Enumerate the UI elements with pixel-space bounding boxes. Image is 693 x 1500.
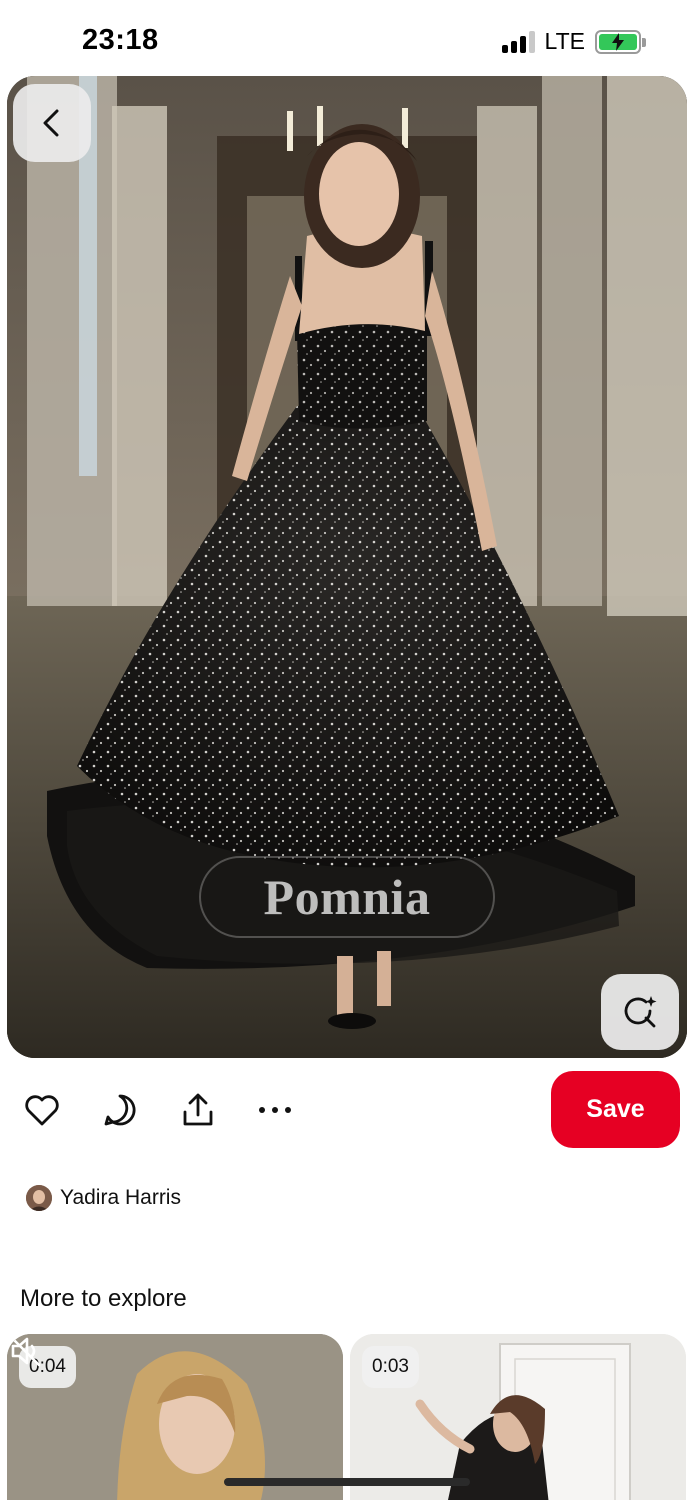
- status-bar: 23:18 LTE: [0, 0, 693, 76]
- explore-card[interactable]: 0:04: [7, 1334, 343, 1500]
- watermark-text: Pomnia: [263, 869, 431, 925]
- home-indicator[interactable]: [224, 1478, 470, 1486]
- more-options-button[interactable]: [255, 1090, 295, 1130]
- comment-button[interactable]: [100, 1090, 140, 1130]
- heart-icon: [25, 1095, 59, 1126]
- ellipsis-icon: [259, 1107, 291, 1113]
- status-indicators: LTE: [501, 28, 646, 55]
- comment-icon: [104, 1094, 136, 1126]
- status-time: 23:18: [82, 24, 159, 56]
- muted-speaker-icon[interactable]: [7, 1334, 43, 1368]
- avatar: [26, 1185, 52, 1211]
- share-icon: [183, 1093, 213, 1126]
- creator-link[interactable]: Yadira Harris: [26, 1185, 181, 1211]
- back-button[interactable]: [13, 84, 91, 162]
- signal-icon: [501, 30, 535, 53]
- battery-icon: [595, 29, 646, 54]
- share-button[interactable]: [178, 1090, 218, 1130]
- image-watermark: Pomnia: [199, 856, 495, 938]
- pin-image[interactable]: Pomnia: [7, 76, 687, 1058]
- explore-card[interactable]: 0:03: [350, 1334, 686, 1500]
- video-duration: 0:03: [362, 1346, 419, 1388]
- lens-sparkle-icon: [624, 996, 657, 1028]
- creator-name: Yadira Harris: [60, 1186, 181, 1209]
- like-button[interactable]: [22, 1090, 62, 1130]
- section-title: More to explore: [20, 1285, 187, 1312]
- network-label: LTE: [544, 28, 585, 54]
- chevron-left-icon: [43, 109, 59, 137]
- pin-action-bar: Save: [0, 1070, 693, 1150]
- visual-search-button[interactable]: [601, 974, 679, 1050]
- save-button[interactable]: Save: [551, 1071, 680, 1148]
- charging-bolt-icon: [612, 32, 624, 51]
